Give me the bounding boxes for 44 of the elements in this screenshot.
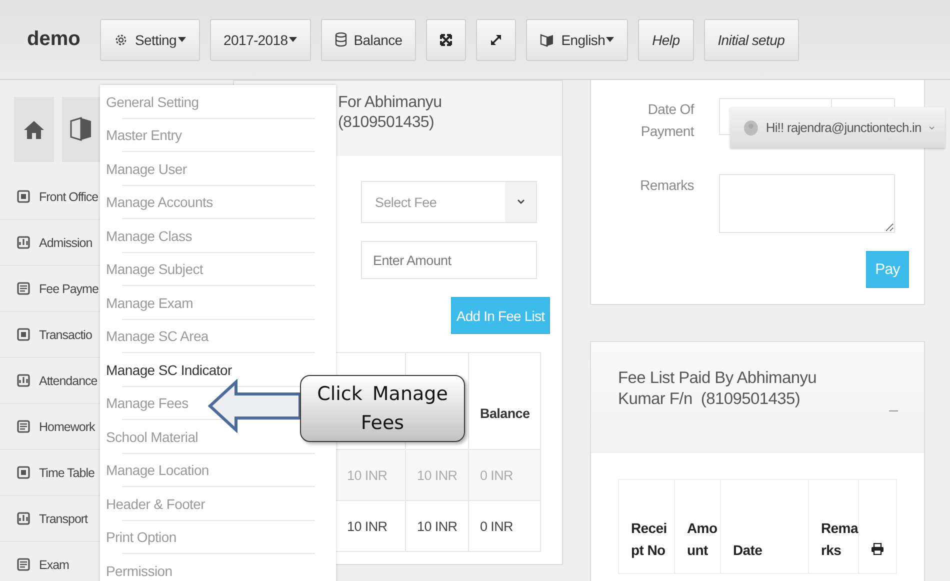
user-menu[interactable]: Hi!! rajendra@junctiontech.in	[730, 107, 945, 148]
caret-icon	[288, 37, 297, 42]
table-cell: 0 INR	[468, 500, 540, 552]
toolbar-button[interactable]: 2017-2018	[210, 18, 311, 60]
brand-name: demo	[27, 28, 82, 51]
printer-icon[interactable]	[871, 543, 884, 555]
resize-icon	[490, 34, 502, 46]
column-header: Date	[720, 480, 808, 574]
table-cell: 10 INR	[336, 450, 406, 500]
home-icon	[23, 120, 45, 140]
toolbar-button[interactable]: Balance	[320, 18, 416, 60]
panel-title: Fee List Paid By Abhimanyu Kumar F/n (8109501435)	[618, 368, 818, 410]
toolbar-button[interactable]: Initial setup	[704, 18, 799, 60]
caret-icon	[606, 37, 614, 42]
file-icon	[17, 558, 30, 571]
amount-field[interactable]: Enter Amount	[361, 241, 537, 279]
column-header: Receipt No	[618, 480, 674, 574]
field-label: Date Of Payment	[640, 100, 694, 141]
pay-button[interactable]: Pay	[866, 251, 909, 288]
field-label: Remarks	[639, 176, 694, 195]
chevron-down-icon	[516, 199, 524, 205]
chevron-down-icon	[929, 124, 935, 130]
remarks-field[interactable]	[719, 174, 895, 233]
table-cell: 0 INR	[468, 450, 540, 500]
fullscreen-icon	[440, 34, 452, 46]
fee-select[interactable]: Select Fee	[361, 181, 537, 223]
home-button[interactable]	[14, 97, 54, 162]
column-header: Remarks	[808, 480, 858, 574]
toolbar-button[interactable]: English	[526, 18, 628, 60]
toolbar-button[interactable]: Help	[638, 18, 694, 60]
database-icon	[334, 32, 347, 47]
toolbar-button[interactable]: Setting	[100, 18, 200, 60]
column-header: Amount	[674, 480, 720, 574]
bar-chart-icon	[17, 374, 30, 387]
caret-icon	[178, 37, 186, 42]
panel-title: For Abhimanyu (8109501435)	[338, 93, 443, 133]
table-cell: 10 INR	[406, 450, 468, 500]
table-cell: 10 INR	[406, 500, 468, 552]
add-fee-button[interactable]: Add In Fee List	[451, 297, 550, 334]
callout-tooltip: Click Manage Fees	[300, 375, 465, 442]
toolbar-button[interactable]	[426, 18, 466, 60]
collapse-button[interactable]: –	[889, 402, 898, 420]
document-icon	[17, 420, 30, 433]
toolbar-button[interactable]	[476, 18, 516, 60]
